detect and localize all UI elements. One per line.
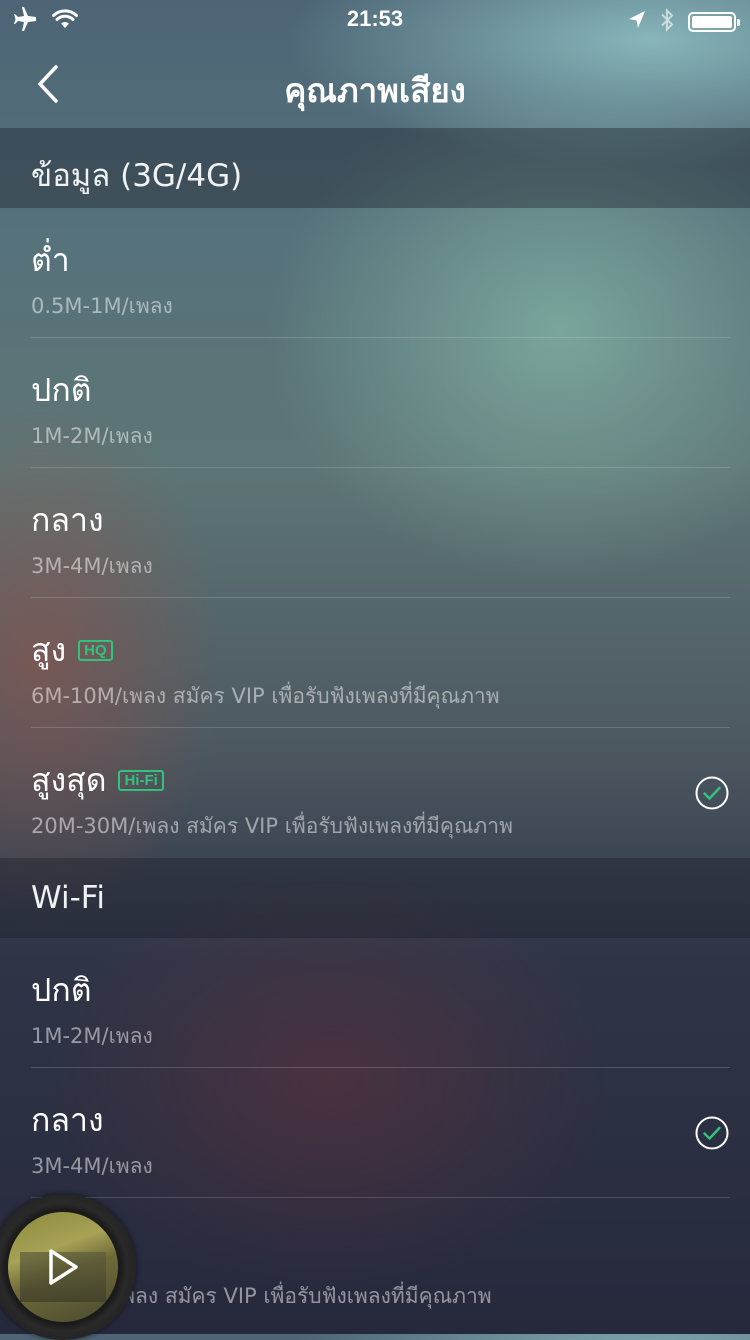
item-subtitle: เพลง สมัคร VIP เพื่อรับฟังเพลงที่มีคุณภา… [114, 1284, 492, 1308]
play-icon [49, 1249, 78, 1285]
list-item-wifi-normal[interactable]: ปกติ 1M-2M/เพลง [0, 938, 750, 1068]
item-title-row: กลาง [31, 495, 104, 546]
item-title: สูง [31, 631, 67, 669]
nav-bar: คุณภาพเสียง [0, 40, 750, 128]
list-item-mobile-highest[interactable]: สูงสุด Hi-Fi 20M-30M/เพลง สมัคร VIP เพื่… [0, 728, 750, 858]
battery-icon [688, 12, 740, 32]
item-subtitle: 20M-30M/เพลง สมัคร VIP เพื่อรับฟังเพลงที… [31, 814, 513, 838]
item-title-row: สูง HQ [31, 625, 113, 676]
bluetooth-icon [660, 8, 674, 36]
item-title-row: สูงสุด Hi-Fi [31, 755, 164, 806]
item-title: กลาง [31, 1101, 104, 1139]
item-subtitle: 1M-2M/เพลง [31, 1024, 153, 1048]
section-header-label: ข้อมูล (3G/4G) [31, 158, 243, 194]
item-title: กลาง [31, 501, 104, 539]
item-title: ปกติ [31, 971, 92, 1009]
list-item-mobile-medium[interactable]: กลาง 3M-4M/เพลง [0, 468, 750, 598]
item-subtitle: 1M-2M/เพลง [31, 424, 153, 448]
list-item-mobile-normal[interactable]: ปกติ 1M-2M/เพลง [0, 338, 750, 468]
play-button[interactable] [30, 1234, 96, 1300]
item-title-row: ปกติ [31, 365, 91, 416]
item-subtitle: 3M-4M/เพลง [31, 554, 153, 578]
item-title-row: กลาง [31, 1095, 104, 1146]
checkmark-circle-icon [695, 776, 729, 810]
status-right-icons [628, 8, 740, 36]
hifi-badge: Hi-Fi [118, 770, 164, 791]
list-item-wifi-medium[interactable]: กลาง 3M-4M/เพลง [0, 1068, 750, 1198]
item-title-row: ต่ำ [31, 235, 70, 286]
list-item-mobile-high[interactable]: สูง HQ 6M-10M/เพลง สมัคร VIP เพื่อรับฟัง… [0, 598, 750, 728]
section-header-label: Wi-Fi [31, 880, 105, 916]
item-subtitle: 6M-10M/เพลง สมัคร VIP เพื่อรับฟังเพลงที่… [31, 684, 500, 708]
item-title: สูงสุด [31, 761, 107, 799]
location-arrow-icon [628, 10, 646, 34]
section-header-wifi: Wi-Fi [0, 858, 750, 938]
hq-badge: HQ [78, 640, 113, 661]
status-bar: 21:53 [0, 0, 750, 40]
item-title-row: ปกติ [31, 965, 91, 1016]
section-header-mobile-data: ข้อมูล (3G/4G) [0, 128, 750, 208]
list-item-mobile-low[interactable]: ต่ำ 0.5M-1M/เพลง [0, 208, 750, 338]
checkmark-circle-icon [695, 1116, 729, 1150]
item-title: ต่ำ [31, 241, 70, 279]
item-title: ปกติ [31, 371, 92, 409]
item-subtitle: 3M-4M/เพลง [31, 1154, 153, 1178]
page-title: คุณภาพเสียง [284, 71, 466, 110]
item-subtitle: 0.5M-1M/เพลง [31, 294, 173, 318]
